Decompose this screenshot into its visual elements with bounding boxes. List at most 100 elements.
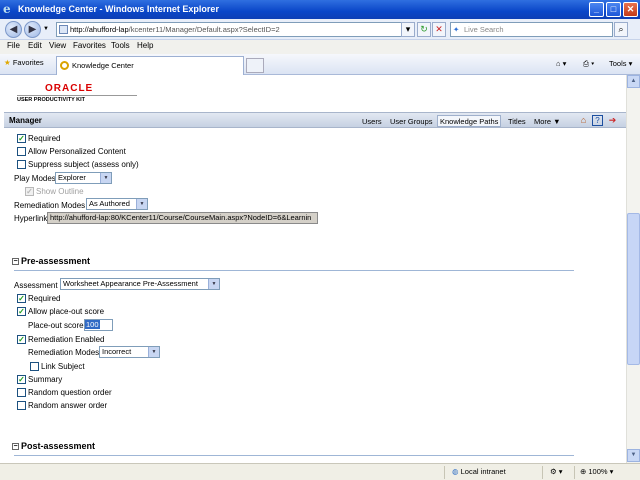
tab-knowledge-paths[interactable]: Knowledge Paths <box>437 115 502 127</box>
vertical-scrollbar[interactable]: ▲ ▼ <box>626 75 640 463</box>
manager-title: Manager <box>9 116 42 125</box>
pre-remediation-modes-select[interactable]: Incorrect ▼ <box>99 346 160 358</box>
minimize-button[interactable]: _ <box>589 2 604 17</box>
protected-mode-icon[interactable]: ⚙ ▾ <box>550 467 563 476</box>
recent-pages-dropdown-icon[interactable]: ▼ <box>43 26 49 32</box>
menu-edit[interactable]: Edit <box>28 41 42 50</box>
pre-required-checkbox[interactable]: ✓ <box>17 294 26 303</box>
play-modes-value: Explorer <box>58 173 86 182</box>
print-icon[interactable]: ⎙ ▾ <box>583 59 594 69</box>
tab-users[interactable]: Users <box>359 115 385 127</box>
oracle-logo-text: ORACLE <box>45 83 94 94</box>
menu-tools[interactable]: Tools <box>111 41 130 50</box>
allow-personalized-checkbox[interactable] <box>17 147 26 156</box>
stop-icon[interactable]: ✕ <box>432 22 446 37</box>
chevron-down-icon: ▼ <box>148 347 159 357</box>
search-go-icon[interactable]: ⌕ <box>614 22 628 37</box>
play-modes-select[interactable]: Explorer ▼ <box>55 172 112 184</box>
summary-label: Summary <box>28 375 63 384</box>
random-answer-label: Random answer order <box>28 401 108 410</box>
show-outline-checkbox[interactable]: ✓ <box>25 187 34 196</box>
menu-favorites[interactable]: Favorites <box>73 41 106 50</box>
menu-help[interactable]: Help <box>137 41 153 50</box>
favorites-button[interactable]: ★ Favorites <box>4 58 44 67</box>
page-icon <box>59 25 68 34</box>
link-subject-checkbox[interactable] <box>30 362 39 371</box>
security-zone[interactable]: ◍ Local intranet <box>452 467 506 476</box>
hyperlink-label: Hyperlink <box>14 214 48 223</box>
remediation-modes-select[interactable]: As Authored ▼ <box>86 198 148 210</box>
tab-user-groups[interactable]: User Groups <box>387 115 436 127</box>
new-tab-button[interactable] <box>246 58 264 73</box>
refresh-icon[interactable]: ↻ <box>417 22 431 37</box>
scroll-thumb[interactable] <box>627 213 640 365</box>
search-input[interactable]: ✦ Live Search <box>450 22 613 37</box>
address-input[interactable]: http://ahufford-lap/kcenter11/Manager/De… <box>56 22 413 37</box>
pre-remediation-modes-value: Incorrect <box>102 347 132 356</box>
pre-required-label: Required <box>28 294 61 303</box>
zoom-icon: ⊕ <box>580 467 587 476</box>
page-content: ORACLE USER PRODUCTIVITY KIT Manager Use… <box>0 75 626 463</box>
allow-placeout-checkbox[interactable]: ✓ <box>17 307 26 316</box>
hyperlink-field[interactable]: http://ahufford-lap:80/KCenter11/Course/… <box>47 212 318 224</box>
browser-tab[interactable]: Knowledge Center <box>56 56 244 75</box>
pre-assessment-heading[interactable]: − Pre-assessment <box>12 256 90 266</box>
allow-placeout-label: Allow place-out score <box>28 307 105 316</box>
suppress-subject-checkbox[interactable] <box>17 160 26 169</box>
remediation-modes-value: As Authored <box>89 199 130 208</box>
assessment-value: Worksheet Appearance Pre-Assessment <box>63 279 198 288</box>
address-host: http://ahufford-lap <box>70 25 129 34</box>
address-dropdown-icon[interactable]: ▾ <box>401 22 415 37</box>
zoom-control[interactable]: ⊕ 100% ▾ <box>580 467 613 476</box>
home-icon[interactable]: ⌂ <box>578 115 589 126</box>
scroll-down-icon[interactable]: ▼ <box>627 449 640 462</box>
link-subject-label: Link Subject <box>41 362 85 371</box>
internet-explorer-icon: e <box>3 2 11 16</box>
play-modes-label: Play Modes <box>14 174 56 183</box>
pre-assessment-divider <box>14 270 574 271</box>
status-divider <box>574 466 575 479</box>
remediation-enabled-label: Remediation Enabled <box>28 335 105 344</box>
window-title: Knowledge Center - Windows Internet Expl… <box>18 4 219 14</box>
scroll-up-icon[interactable]: ▲ <box>627 75 640 88</box>
tab-more[interactable]: More ▼ <box>531 115 564 127</box>
address-toolbar: ◀ ▶ ▼ http://ahufford-lap/kcenter11/Mana… <box>0 19 640 40</box>
remediation-enabled-checkbox[interactable]: ✓ <box>17 335 26 344</box>
tools-label: Tools <box>609 59 627 68</box>
forward-button[interactable]: ▶ <box>24 21 41 38</box>
menu-bar: File Edit View Favorites Tools Help <box>0 40 640 54</box>
random-question-checkbox[interactable] <box>17 388 26 397</box>
chevron-down-icon: ▼ <box>208 279 219 289</box>
placeout-score-value: 100 <box>85 320 100 329</box>
zoom-level: 100% <box>588 467 608 476</box>
random-answer-checkbox[interactable] <box>17 401 26 410</box>
help-icon[interactable]: ? <box>592 115 603 126</box>
search-placeholder: Live Search <box>464 25 504 34</box>
manager-toolbar: Manager Users User Groups Knowledge Path… <box>4 112 626 128</box>
assessment-label: Assessment <box>14 281 58 290</box>
collapse-icon[interactable]: − <box>12 258 19 265</box>
zone-label: Local intranet <box>460 467 506 476</box>
post-assessment-divider <box>14 455 574 456</box>
maximize-button[interactable]: □ <box>606 2 621 17</box>
live-search-icon: ✦ <box>453 25 460 34</box>
pre-assessment-title: Pre-assessment <box>21 256 91 266</box>
home-icon[interactable]: ⌂ ▾ <box>556 59 566 68</box>
required-checkbox[interactable]: ✓ <box>17 134 26 143</box>
close-button[interactable]: ✕ <box>623 2 638 17</box>
summary-checkbox[interactable]: ✓ <box>17 375 26 384</box>
menu-view[interactable]: View <box>49 41 66 50</box>
placeout-score-input[interactable]: 100 <box>84 319 113 331</box>
logout-icon[interactable]: ➔ <box>607 115 618 126</box>
assessment-select[interactable]: Worksheet Appearance Pre-Assessment ▼ <box>60 278 220 290</box>
status-divider <box>444 466 445 479</box>
back-button[interactable]: ◀ <box>5 21 22 38</box>
status-divider <box>542 466 543 479</box>
address-path: /kcenter11/Manager/Default.aspx?SelectID… <box>128 25 280 34</box>
collapse-icon[interactable]: − <box>12 443 19 450</box>
post-assessment-heading[interactable]: − Post-assessment <box>12 441 95 451</box>
tools-menu-button[interactable]: Tools ▾ <box>609 59 632 68</box>
menu-file[interactable]: File <box>7 41 20 50</box>
tab-titles[interactable]: Titles <box>505 115 529 127</box>
knowledge-center-tab-icon <box>60 61 69 70</box>
